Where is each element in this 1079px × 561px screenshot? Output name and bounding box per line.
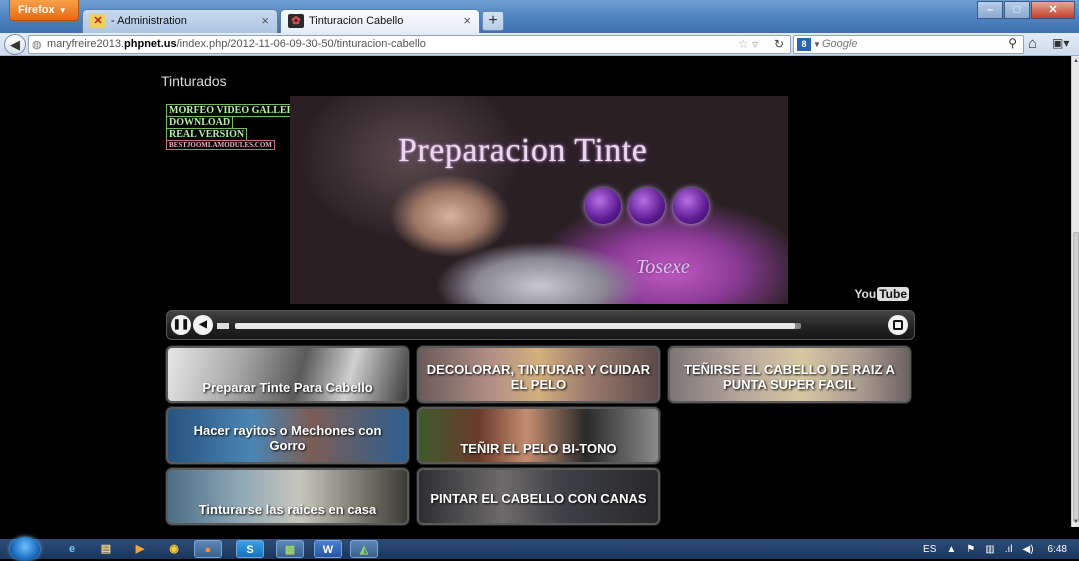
volume-icon[interactable]: ◀): [1023, 544, 1034, 555]
vertical-scrollbar[interactable]: ▲ ▼: [1071, 56, 1079, 527]
fullscreen-button[interactable]: [888, 315, 908, 335]
bookmarks-menu-icon[interactable]: ▣▾: [1052, 36, 1074, 50]
video-title-overlay: Preparacion Tinte: [398, 132, 648, 169]
back-button[interactable]: ◀: [4, 34, 26, 55]
youtube-you: You: [854, 287, 877, 301]
firefox-menu-label: Firefox: [18, 4, 55, 16]
tab-label: - Administration: [111, 15, 187, 27]
url-domain: phpnet.us: [124, 38, 177, 50]
search-icon[interactable]: ⚲: [1008, 35, 1017, 52]
color-swatch: [585, 188, 621, 224]
window-controls: – □ ✕: [976, 1, 1075, 19]
search-engine-icon[interactable]: 8: [797, 38, 811, 51]
bookmark-star-icon[interactable]: ☆ ▿: [738, 36, 758, 53]
video-signature: Tosexe: [636, 256, 690, 278]
color-swatch: [629, 188, 665, 224]
page-content: Tinturados MORFEO VIDEO GALLERY DOWNLOAD…: [0, 56, 1071, 527]
tab-label: Tinturacion Cabello: [309, 15, 404, 27]
playlist-item-caption: Hacer rayitos o Mechones con Gorro: [193, 422, 382, 453]
page-title: Tinturados: [161, 73, 227, 89]
close-icon[interactable]: ×: [261, 10, 269, 32]
player-controls: ❚❚ ◀: [166, 310, 915, 340]
site-favicon-icon: ✿: [288, 14, 304, 28]
playlist-item[interactable]: TEÑIRSE EL CABELLO DE RAIZ A PUNTA SUPER…: [668, 346, 911, 403]
windows-taskbar: e ▤ ▶ ◉ ● S ▦ W ◭ ES ▲ ⚑ ▥ .ıl ◀) 6:48: [0, 537, 1079, 561]
playlist-item-caption: Preparar Tinte Para Cabello: [202, 380, 373, 395]
browser-title-bar: Firefox ▼ ✕ - Administration × ✿ Tinturac…: [0, 0, 1079, 33]
media-player-icon[interactable]: ▶: [126, 540, 154, 558]
new-tab-button[interactable]: +: [482, 11, 504, 31]
internet-explorer-icon[interactable]: e: [58, 540, 86, 558]
video-player[interactable]: MORFEO VIDEO GALLERY DOWNLOAD REAL VERSI…: [166, 96, 915, 308]
photos-icon[interactable]: ▦: [276, 540, 304, 558]
scroll-up-icon[interactable]: ▲: [1073, 58, 1079, 64]
playlist-item[interactable]: DECOLORAR, TINTURAR Y CUIDAR EL PELO: [417, 346, 660, 403]
url-path: /index.php/2012-11-06-09-30-50/tinturaci…: [176, 38, 426, 50]
mute-button[interactable]: ◀: [193, 315, 213, 335]
navigation-bar: ◀ ◍ maryfreire2013.phpnet.us/index.php/2…: [0, 33, 1079, 56]
playlist-item-caption: PINTAR EL CABELLO CON CANAS: [430, 491, 647, 506]
system-tray: ES ▲ ⚑ ▥ .ıl ◀) 6:48: [913, 539, 1079, 559]
playlist-item-caption: TEÑIRSE EL CABELLO DE RAIZ A PUNTA SUPER…: [684, 361, 895, 392]
language-indicator[interactable]: ES: [923, 544, 936, 555]
tray-expand-icon[interactable]: ▲: [946, 544, 956, 555]
progress-bar[interactable]: [235, 323, 801, 329]
color-swatch: [673, 188, 709, 224]
chrome-icon[interactable]: ◉: [160, 540, 188, 558]
maximize-button[interactable]: □: [1004, 1, 1030, 19]
youtube-logo[interactable]: You Tube: [854, 287, 909, 301]
volume-icon: ◀: [199, 319, 207, 330]
fullscreen-icon: [893, 320, 903, 330]
playlist-item[interactable]: Tinturarse las raices en casa: [166, 468, 409, 525]
back-arrow-icon: ◀: [10, 37, 20, 52]
search-bar[interactable]: 8 ▼ Google ⚲: [793, 35, 1024, 54]
home-icon[interactable]: ⌂: [1028, 35, 1037, 53]
reload-icon[interactable]: ↻: [774, 36, 784, 53]
playlist-item[interactable]: PINTAR EL CABELLO CON CANAS: [417, 468, 660, 525]
pause-icon: ❚❚: [172, 319, 190, 330]
video-frame[interactable]: Preparacion Tinte Tosexe: [290, 96, 788, 304]
close-icon[interactable]: ×: [463, 10, 471, 32]
file-explorer-icon[interactable]: ▤: [92, 540, 120, 558]
signal-icon[interactable]: .ıl: [1005, 544, 1013, 555]
chevron-down-icon: ▼: [813, 40, 821, 49]
playlist-item-caption: TEÑIR EL PELO BI-TONO: [460, 441, 617, 456]
url-prefix: maryfreire2013.: [47, 38, 125, 50]
playlist-item-caption: DECOLORAR, TINTURAR Y CUIDAR EL PELO: [426, 361, 651, 392]
close-window-button[interactable]: ✕: [1031, 1, 1075, 19]
playlist-item[interactable]: TEÑIR EL PELO BI-TONO: [417, 407, 660, 464]
playlist-item[interactable]: Preparar Tinte Para Cabello: [166, 346, 409, 403]
word-icon[interactable]: W: [314, 540, 342, 558]
tab-tinturacion-cabello[interactable]: ✿ Tinturacion Cabello ×: [280, 9, 480, 33]
app-icon[interactable]: ◭: [350, 540, 378, 558]
flag-icon[interactable]: ⚑: [966, 544, 975, 555]
scroll-down-icon[interactable]: ▼: [1073, 519, 1079, 525]
start-button[interactable]: [10, 537, 40, 561]
playlist-item-caption: Tinturarse las raices en casa: [198, 502, 377, 517]
minimize-button[interactable]: –: [977, 1, 1003, 19]
address-bar[interactable]: ◍ maryfreire2013.phpnet.us/index.php/201…: [28, 35, 791, 54]
watermark-line: BESTJOOMLAMODULES.COM: [166, 140, 275, 150]
network-icon[interactable]: ▥: [985, 544, 994, 555]
search-placeholder: Google: [822, 38, 858, 50]
volume-level[interactable]: [217, 323, 229, 329]
scrollbar-thumb[interactable]: [1073, 232, 1079, 522]
firefox-taskbar-icon[interactable]: ●: [194, 540, 222, 558]
joomla-favicon-icon: ✕: [90, 14, 106, 28]
progress-fill: [235, 323, 796, 329]
playlist-item[interactable]: Hacer rayitos o Mechones con Gorro: [166, 407, 409, 464]
globe-icon: ◍: [32, 39, 42, 51]
firefox-menu-button[interactable]: Firefox ▼: [9, 0, 79, 21]
clock[interactable]: 6:48: [1048, 544, 1067, 555]
skype-icon[interactable]: S: [236, 540, 264, 558]
chevron-down-icon: ▼: [58, 6, 67, 15]
pause-button[interactable]: ❚❚: [171, 315, 191, 335]
tab-administration[interactable]: ✕ - Administration ×: [82, 9, 278, 33]
youtube-tube: Tube: [877, 287, 909, 301]
